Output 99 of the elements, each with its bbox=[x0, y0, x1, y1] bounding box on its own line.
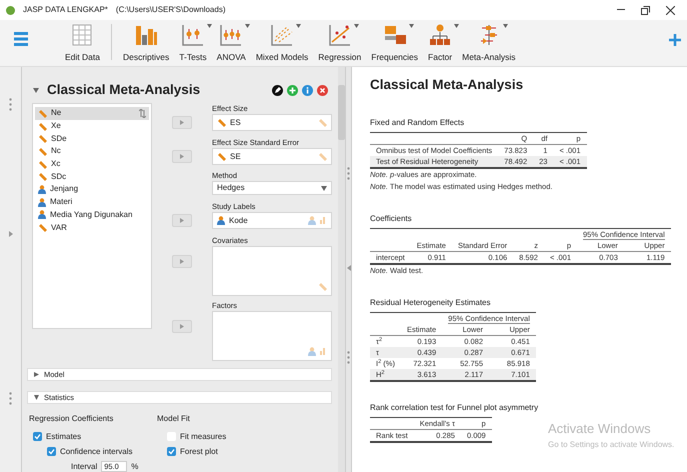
drag-handle-icon[interactable] bbox=[347, 167, 350, 180]
ruler-icon bbox=[217, 118, 226, 127]
error-bar-chart-icon bbox=[180, 23, 205, 47]
variable-item[interactable]: SDc bbox=[35, 170, 149, 184]
move-button[interactable] bbox=[172, 214, 192, 227]
triangle-icon bbox=[180, 259, 184, 264]
option-label: Fit measures bbox=[180, 430, 226, 442]
unit-label: % bbox=[131, 460, 138, 472]
person-icon bbox=[308, 347, 316, 356]
option-label: Confidence intervals bbox=[60, 446, 132, 458]
group-heading: Regression Coefficients bbox=[29, 413, 114, 425]
ruler-icon bbox=[318, 282, 327, 291]
activation-notice-text: Go to Settings to activate Windows. bbox=[548, 438, 674, 450]
variable-item[interactable]: Jenjang bbox=[35, 183, 149, 196]
toolbar-button[interactable]: Mixed Models bbox=[250, 20, 314, 62]
variable-item[interactable]: Materi bbox=[35, 196, 149, 208]
triangle-icon bbox=[180, 120, 184, 125]
toolbar-button[interactable]: Edit Data bbox=[60, 20, 105, 62]
checkbox[interactable] bbox=[167, 447, 176, 456]
variable-item[interactable]: Nc bbox=[35, 145, 149, 158]
toolbar-button[interactable]: Factor bbox=[423, 20, 458, 62]
variable-field[interactable]: ES bbox=[212, 114, 332, 131]
edit-icon[interactable] bbox=[272, 84, 283, 96]
variable-item[interactable]: VAR bbox=[35, 221, 149, 234]
app-logo-icon bbox=[6, 6, 15, 14]
error-bar-chart-icon bbox=[219, 23, 244, 47]
sort-icon[interactable] bbox=[139, 108, 146, 118]
variable-list[interactable]: Ne Xe SDe Nc Xc SDc Jenjang Materi Media Yang Digunakan VAR bbox=[32, 103, 152, 329]
restore-icon[interactable] bbox=[641, 6, 650, 14]
option-label: Estimates bbox=[46, 430, 82, 442]
toolbar-button[interactable]: ANOVA bbox=[212, 20, 251, 62]
checkbox[interactable] bbox=[33, 432, 42, 441]
variable-item[interactable]: Xc bbox=[35, 158, 149, 170]
expand-arrow-icon[interactable] bbox=[8, 231, 12, 237]
triangle-icon bbox=[180, 218, 184, 223]
bar-chart-icon bbox=[320, 347, 327, 355]
person-icon bbox=[217, 216, 225, 225]
menu-icon[interactable] bbox=[14, 32, 28, 46]
file-path: (C:\Users\USER'S\Downloads) bbox=[116, 4, 226, 16]
variable-drop-box[interactable] bbox=[212, 246, 332, 296]
move-button[interactable] bbox=[172, 150, 192, 163]
triangle-icon bbox=[34, 372, 39, 377]
move-button[interactable] bbox=[172, 255, 192, 268]
bar-chart-icon bbox=[320, 216, 327, 224]
triangle-icon bbox=[34, 395, 39, 400]
ruler-icon bbox=[217, 152, 226, 161]
table-title: Residual Heterogeneity Estimates bbox=[370, 297, 492, 310]
person-icon bbox=[38, 210, 46, 220]
minimize-icon[interactable] bbox=[617, 9, 625, 11]
table-title: Rank correlation test for Funnel plot asymmetry bbox=[370, 402, 540, 414]
close-icon[interactable] bbox=[666, 6, 675, 14]
option-label: Forest plot bbox=[180, 446, 218, 458]
caret-icon bbox=[321, 186, 327, 190]
triangle-icon bbox=[180, 324, 184, 329]
collapse-arrow-icon[interactable] bbox=[346, 265, 350, 271]
output-title: Classical Meta-Analysis bbox=[370, 76, 524, 94]
person-icon bbox=[308, 216, 316, 225]
scrollbar-thumb[interactable] bbox=[338, 85, 345, 140]
variable-field[interactable]: Kode bbox=[212, 212, 332, 229]
table-title: Fixed and Random Effects bbox=[370, 117, 466, 130]
add-icon[interactable] bbox=[669, 34, 681, 46]
variable-item[interactable]: SDe bbox=[35, 132, 149, 146]
bar-chart-icon bbox=[134, 23, 158, 47]
blocks-chart-icon bbox=[382, 23, 407, 47]
variable-item[interactable]: Ne bbox=[35, 107, 149, 120]
ruler-icon bbox=[38, 223, 47, 232]
person-icon bbox=[38, 198, 46, 207]
toolbar-button[interactable]: Frequencies bbox=[366, 20, 424, 62]
group-heading: Model Fit bbox=[157, 413, 191, 425]
checkbox[interactable] bbox=[47, 447, 56, 456]
option-label: Interval bbox=[71, 460, 98, 472]
table-title: Coefficients bbox=[370, 213, 413, 226]
method-dropdown[interactable]: Hedges bbox=[212, 181, 332, 195]
move-button[interactable] bbox=[172, 116, 192, 129]
variable-drop-box[interactable] bbox=[212, 311, 332, 361]
toolbar-button[interactable]: Regression bbox=[313, 20, 366, 62]
drag-handle-icon[interactable] bbox=[347, 351, 350, 364]
hierarchy-icon bbox=[428, 23, 452, 47]
window-title: JASP DATA LENGKAP* bbox=[23, 4, 108, 16]
move-button[interactable] bbox=[172, 320, 192, 333]
activation-notice-title: Activate Windows bbox=[548, 420, 652, 438]
scatter-line-chart-icon bbox=[328, 23, 352, 47]
variable-field[interactable]: SE bbox=[212, 148, 332, 165]
dotted-lines-chart-icon bbox=[270, 23, 294, 47]
drag-handle-icon[interactable] bbox=[9, 392, 12, 405]
person-icon bbox=[38, 184, 46, 194]
drag-handle-icon[interactable] bbox=[9, 98, 12, 111]
analysis-title: Classical Meta-Analysis bbox=[47, 80, 200, 99]
triangle-icon[interactable] bbox=[33, 88, 39, 92]
triangle-icon bbox=[180, 154, 184, 159]
variable-item[interactable]: Xe bbox=[35, 120, 149, 132]
toolbar-button[interactable]: Meta-Analysis bbox=[457, 20, 521, 62]
info-icon[interactable] bbox=[302, 84, 313, 96]
variable-item[interactable]: Media Yang Digunakan bbox=[35, 208, 149, 222]
ruler-icon bbox=[318, 118, 327, 127]
ruler-icon bbox=[318, 152, 327, 161]
spreadsheet-icon bbox=[70, 23, 94, 47]
toolbar-button[interactable]: Descriptives bbox=[118, 20, 174, 62]
toolbar-button[interactable]: T-Tests bbox=[174, 20, 212, 62]
